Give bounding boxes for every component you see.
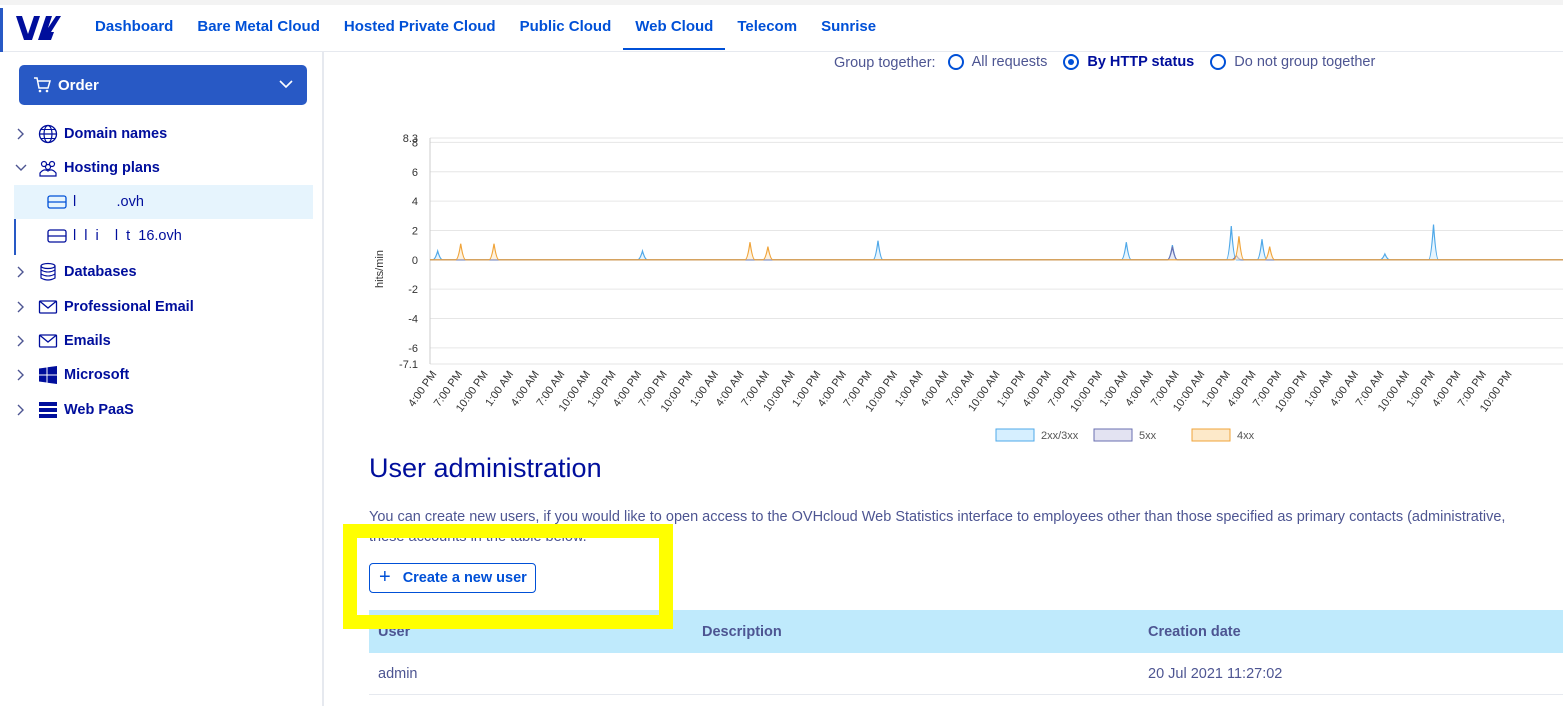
sidebar-subitem-hosting-1[interactable]: l .ovh — [14, 185, 313, 219]
column-header-creation-date[interactable]: Creation date — [1148, 624, 1563, 640]
sidebar-item-label: Databases — [64, 264, 137, 280]
radio-do-not-group[interactable]: Do not group together — [1210, 54, 1375, 70]
globe-icon — [38, 124, 58, 144]
y-axis-label: hits/min — [374, 250, 386, 288]
radio-label: All requests — [971, 54, 1048, 70]
radio-circle — [1063, 54, 1080, 70]
order-label: Order — [58, 76, 99, 94]
nav-telecom[interactable]: Telecom — [725, 0, 809, 52]
nav-hosted-private-cloud[interactable]: Hosted Private Cloud — [332, 0, 508, 52]
y-tick-label: -2 — [408, 284, 418, 296]
nav-bare-metal-cloud[interactable]: Bare Metal Cloud — [185, 0, 332, 52]
chevron-down-icon — [279, 80, 293, 89]
legend-label: 2xx/3xx — [1041, 430, 1079, 442]
y-tick-label: -4 — [408, 314, 418, 326]
series-area-5xx — [430, 246, 1563, 260]
sidebar-item-label: Microsoft — [64, 367, 130, 383]
radio-circle — [947, 54, 964, 70]
y-tick-label: -7.1 — [399, 359, 418, 371]
windows-icon — [39, 366, 57, 384]
y-tick-label: 8 — [412, 137, 418, 149]
envelope-icon — [38, 300, 58, 314]
legend-swatch — [1093, 428, 1133, 442]
y-tick-label: 4 — [412, 196, 418, 208]
radio-label: Do not group together — [1234, 54, 1376, 70]
nav-sunrise[interactable]: Sunrise — [809, 0, 888, 52]
legend-swatch — [995, 428, 1035, 442]
hosting-name: l l i l t 16.ovh — [73, 228, 182, 244]
section-title: User administration — [369, 453, 602, 483]
main-nav: Dashboard Bare Metal Cloud Hosted Privat… — [83, 0, 888, 52]
sidebar-item-domain-names[interactable]: Domain names — [14, 120, 167, 148]
http-status-chart: 8.386420-2-4-6-7.1hits/min4:00 PM7:00 PM… — [374, 133, 1563, 442]
sidebar-item-professional-email[interactable]: Professional Email — [14, 293, 194, 321]
hosting-name: l .ovh — [73, 194, 144, 210]
sidebar-item-label: Domain names — [64, 126, 168, 142]
y-tick-label: 2 — [412, 225, 418, 237]
series-line-4xx — [430, 236, 1563, 261]
top-navigation: Dashboard Bare Metal Cloud Hosted Privat… — [0, 0, 1563, 52]
sidebar-item-hosting-plans[interactable]: Hosting plans — [14, 154, 160, 182]
cell-creation-date: 20 Jul 2021 11:27:02 — [1148, 665, 1283, 682]
radio-circle — [1210, 54, 1227, 70]
database-icon — [40, 262, 56, 281]
column-header-description[interactable]: Description — [702, 624, 1148, 640]
group-label: Group together: — [834, 55, 936, 71]
series-line-2xx/3xx — [430, 224, 1563, 261]
sidebar-item-web-paas[interactable]: Web PaaS — [14, 396, 134, 424]
sidebar-subitem-hosting-2[interactable]: l l i l t 16.ovh — [14, 219, 313, 253]
sidebar-item-label: Emails — [64, 333, 111, 349]
chevron-right-icon — [17, 335, 24, 347]
y-tick-label: -6 — [408, 343, 418, 355]
server-icon — [47, 195, 67, 209]
ovh-logo[interactable] — [14, 12, 62, 42]
y-tick-label: 6 — [412, 167, 418, 179]
group-together-control: Group together: All requests By HTTP sta… — [834, 52, 1391, 72]
series-area-2xx/3xx — [430, 224, 1563, 260]
series-line-5xx — [430, 246, 1563, 261]
sidebar: Order Domain names Hosting plans l .ovh … — [0, 52, 324, 706]
nav-web-cloud[interactable]: Web Cloud — [623, 0, 726, 52]
legend-swatch — [1191, 428, 1231, 442]
series-area-4xx — [430, 236, 1563, 260]
radio-all-requests[interactable]: All requests — [947, 54, 1048, 70]
highlight-annotation — [343, 524, 673, 629]
y-tick-label: 0 — [412, 255, 418, 267]
sidebar-item-microsoft[interactable]: Microsoft — [14, 361, 129, 389]
legend-label: 4xx — [1237, 430, 1255, 442]
envelope-icon — [38, 334, 58, 348]
main-content: Group together: All requests By HTTP sta… — [326, 52, 1563, 706]
radio-label: By HTTP status — [1087, 54, 1195, 70]
chevron-right-icon — [17, 266, 24, 278]
chevron-down-icon — [15, 164, 27, 171]
table-row: admin 20 Jul 2021 11:27:02 — [369, 653, 1563, 695]
sidebar-item-label: Web PaaS — [64, 402, 134, 418]
radio-by-http-status[interactable]: By HTTP status — [1063, 54, 1194, 70]
stack-icon — [39, 402, 57, 418]
people-icon — [39, 160, 57, 177]
chevron-right-icon — [17, 301, 24, 313]
order-button[interactable]: Order — [19, 65, 307, 105]
legend-label: 5xx — [1139, 430, 1157, 442]
cart-icon — [34, 77, 51, 93]
nav-dashboard[interactable]: Dashboard — [83, 0, 185, 52]
sidebar-item-databases[interactable]: Databases — [14, 258, 137, 286]
chevron-right-icon — [17, 128, 24, 140]
server-icon — [47, 229, 67, 243]
sidebar-item-label: Professional Email — [64, 299, 194, 315]
chevron-right-icon — [17, 404, 24, 416]
cell-user: admin — [378, 665, 418, 682]
sidebar-item-emails[interactable]: Emails — [14, 327, 111, 355]
sidebar-item-label: Hosting plans — [64, 160, 160, 176]
chevron-right-icon — [17, 369, 24, 381]
nav-public-cloud[interactable]: Public Cloud — [508, 0, 624, 52]
